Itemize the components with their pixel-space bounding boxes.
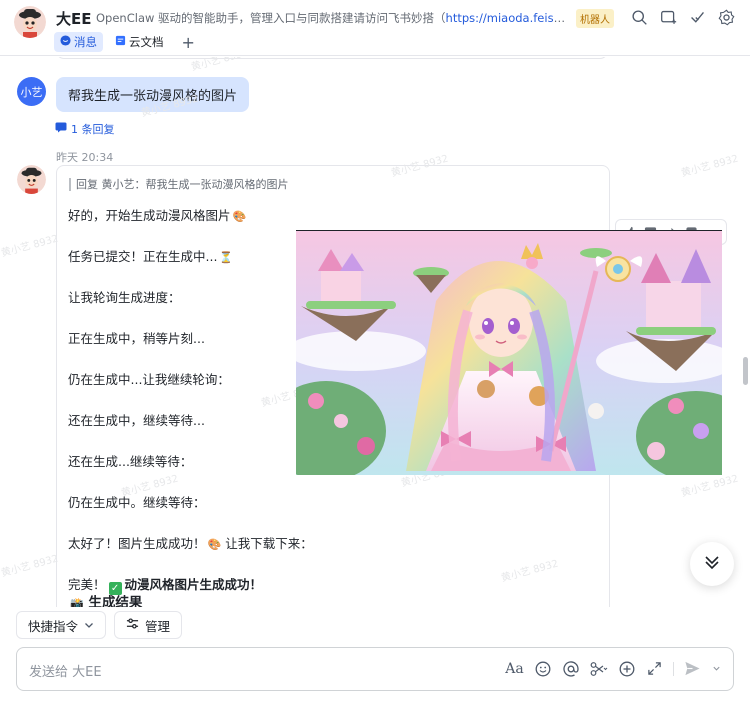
- quoted-reply: 回复 黄小艺：帮我生成一张动漫风格的图片: [69, 178, 289, 191]
- mention-icon[interactable]: [561, 659, 580, 678]
- bot-message-avatar[interactable]: [17, 165, 46, 194]
- chevron-down-icon: [84, 618, 94, 633]
- message-line: 太好了！图片生成成功！ 🎨 让我下载下来：: [68, 536, 313, 551]
- message-line: 让我轮询生成进度：: [68, 290, 181, 305]
- check-mark-icon: ✓: [108, 582, 122, 595]
- palette-icon: 🎨: [232, 210, 247, 223]
- message-line: 还在生成中，继续等待...: [68, 413, 205, 428]
- manage-button[interactable]: 管理: [114, 611, 183, 639]
- chat-description: OpenClaw 驱动的智能助手，管理入口与同款搭建请访问飞书妙搭（https:…: [96, 10, 566, 26]
- description-link[interactable]: https://miaoda.feishu.cn/...: [446, 11, 566, 25]
- previous-message-edge: [56, 57, 608, 59]
- message-line: 仍在生成中。继续等待：: [68, 495, 206, 510]
- tab-messages[interactable]: 消息: [54, 32, 103, 52]
- message-timestamp: 昨天 20:34: [56, 151, 114, 164]
- scroll-to-bottom-button[interactable]: [690, 542, 734, 586]
- tab-cloud-docs[interactable]: 云文档: [109, 32, 170, 52]
- hourglass-icon: ⏳: [219, 251, 234, 264]
- chevron-down-icon[interactable]: [711, 659, 721, 678]
- scissors-icon[interactable]: [589, 659, 608, 678]
- add-tab-button[interactable]: +: [176, 33, 201, 52]
- message-line: 任务已提交！正在生成中... ⏳: [68, 249, 234, 264]
- user-avatar[interactable]: 小艺: [17, 77, 46, 106]
- message-line: 好的，开始生成动漫风格图片 🎨: [68, 208, 247, 223]
- chat-bubble-icon: [60, 35, 71, 49]
- message-line: 正在生成中，稍等片刻...: [68, 331, 205, 346]
- watermark: 黄小艺 8932: [680, 153, 740, 180]
- tab-messages-label: 消息: [74, 35, 97, 49]
- bot-avatar[interactable]: [14, 6, 46, 38]
- add-chat-icon[interactable]: [659, 8, 678, 27]
- plus-circle-icon[interactable]: [617, 659, 636, 678]
- reply-thread-icon: [55, 122, 67, 136]
- bot-badge: 机器人: [576, 9, 614, 28]
- emoji-icon[interactable]: [533, 659, 552, 678]
- message-line: 完美！ ✓ 动漫风格图片生成成功！: [68, 577, 263, 595]
- watermark: 黄小艺 8932: [0, 233, 60, 260]
- message-line: 还在生成...继续等待：: [68, 454, 193, 469]
- search-icon[interactable]: [630, 8, 649, 27]
- scrollbar-thumb[interactable]: [743, 357, 748, 385]
- chat-window: 大EE OpenClaw 驱动的智能助手，管理入口与同款搭建请访问飞书妙搭（ht…: [0, 0, 750, 705]
- chat-header: 大EE OpenClaw 驱动的智能助手，管理入口与同款搭建请访问飞书妙搭（ht…: [0, 0, 750, 56]
- task-check-icon[interactable]: [688, 8, 707, 27]
- expand-icon[interactable]: [645, 659, 664, 678]
- watermark: 黄小艺 8932: [190, 57, 250, 74]
- watermark: 黄小艺 8932: [0, 553, 60, 580]
- shortcut-label: 快捷指令: [28, 618, 79, 634]
- description-text: OpenClaw 驱动的智能助手，管理入口与同款搭建请访问飞书妙搭（: [96, 11, 446, 25]
- generated-anime-image[interactable]: [296, 230, 722, 475]
- manage-label: 管理: [145, 618, 171, 634]
- shortcut-commands-button[interactable]: 快捷指令: [16, 611, 107, 639]
- message-composer[interactable]: 发送给 大EE Aa: [16, 647, 734, 691]
- chat-title: 大EE: [56, 10, 92, 28]
- camera-icon: 📸: [70, 597, 84, 607]
- reply-count: 1 条回复: [71, 123, 115, 136]
- thread-reply-link[interactable]: 1 条回复: [55, 121, 115, 137]
- settings-icon[interactable]: [717, 8, 736, 27]
- palette-icon: 🎨: [207, 538, 222, 551]
- format-icon[interactable]: Aa: [505, 659, 524, 678]
- doc-icon: [115, 35, 126, 49]
- composer-placeholder[interactable]: 发送给 大EE: [29, 661, 102, 680]
- send-icon[interactable]: [683, 659, 702, 678]
- double-chevron-down-icon: [704, 554, 720, 574]
- toolbar-divider: [673, 661, 674, 676]
- sliders-icon: [126, 617, 139, 633]
- tab-cloud-docs-label: 云文档: [129, 35, 164, 49]
- message-line: 📸 生成结果: [68, 595, 298, 607]
